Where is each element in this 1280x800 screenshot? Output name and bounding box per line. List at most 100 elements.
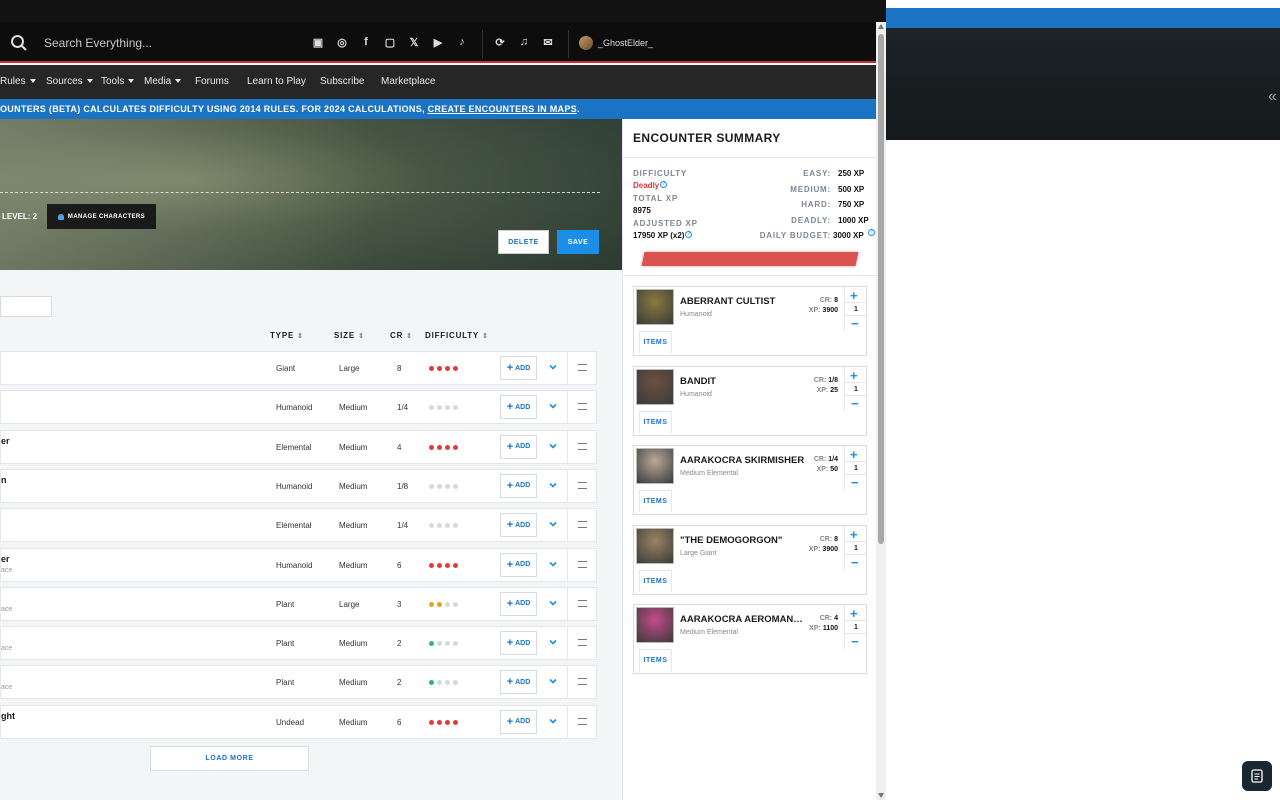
monster-name[interactable]: ABERRANT CULTIST bbox=[680, 296, 805, 307]
decrease-button[interactable]: − bbox=[851, 475, 859, 490]
table-row[interactable]: Elemental Medium 1/4 + ADD bbox=[0, 508, 597, 543]
chevron-down-icon[interactable] bbox=[548, 480, 558, 490]
bell-icon[interactable]: ♫ bbox=[517, 35, 531, 49]
nav-rules[interactable]: Rules bbox=[0, 76, 36, 87]
items-button[interactable]: ITEMS bbox=[639, 410, 672, 433]
add-monster-button[interactable]: + ADD bbox=[500, 552, 537, 577]
monster-portrait[interactable] bbox=[636, 448, 674, 484]
help-icon[interactable]: ? bbox=[660, 181, 668, 188]
drag-handle-icon[interactable] bbox=[578, 560, 587, 568]
username[interactable]: _GhostElder_ bbox=[598, 38, 653, 48]
chat-icon[interactable]: ✉ bbox=[541, 35, 555, 49]
create-encounters-link[interactable]: CREATE ENCOUNTERS IN MAPS bbox=[428, 104, 577, 114]
nav-learn-to-play[interactable]: Learn to Play bbox=[247, 76, 306, 87]
chevron-down-icon[interactable] bbox=[548, 716, 558, 726]
add-monster-button[interactable]: + ADD bbox=[500, 434, 537, 459]
nav-marketplace[interactable]: Marketplace bbox=[381, 76, 435, 87]
drag-handle-icon[interactable] bbox=[578, 403, 587, 411]
avatar[interactable] bbox=[579, 36, 593, 50]
search-input[interactable]: Search Everything... bbox=[44, 36, 152, 50]
drag-handle-icon[interactable] bbox=[578, 678, 587, 686]
monster-name[interactable]: BANDIT bbox=[680, 376, 805, 387]
scroll-up-icon[interactable] bbox=[878, 24, 884, 29]
monster-name[interactable]: er bbox=[1, 554, 10, 564]
drag-handle-icon[interactable] bbox=[578, 639, 587, 647]
drag-handle-icon[interactable] bbox=[578, 521, 587, 529]
add-monster-button[interactable]: + ADD bbox=[500, 473, 537, 498]
quantity-value[interactable]: 1 bbox=[845, 381, 867, 396]
increase-button[interactable]: + bbox=[850, 527, 858, 542]
chevron-down-icon[interactable] bbox=[548, 637, 558, 647]
cr-column-header[interactable]: CR ⇕ bbox=[390, 331, 413, 340]
decrease-button[interactable]: − bbox=[851, 634, 859, 649]
page-scrollbar[interactable] bbox=[876, 22, 886, 800]
discord-icon[interactable]: ▣ bbox=[311, 35, 325, 49]
manage-characters-button[interactable]: MANAGE CHARACTERS bbox=[47, 204, 156, 229]
add-monster-button[interactable]: + ADD bbox=[500, 591, 537, 616]
increase-button[interactable]: + bbox=[850, 368, 858, 383]
notes-button[interactable] bbox=[1242, 761, 1272, 791]
difficulty-column-header[interactable]: DIFFICULTY ⇕ bbox=[425, 331, 489, 340]
twitch-icon[interactable]: ▢ bbox=[383, 35, 397, 49]
chevron-down-icon[interactable] bbox=[548, 559, 558, 569]
chevron-down-icon[interactable] bbox=[548, 401, 558, 411]
add-monster-button[interactable]: + ADD bbox=[500, 709, 537, 734]
help-icon[interactable]: ? bbox=[685, 231, 693, 238]
chevron-down-icon[interactable] bbox=[548, 519, 558, 529]
items-button[interactable]: ITEMS bbox=[639, 490, 672, 512]
monster-portrait[interactable] bbox=[636, 527, 674, 564]
size-column-header[interactable]: SIZE ⇕ bbox=[334, 331, 365, 340]
drag-handle-icon[interactable] bbox=[578, 442, 587, 450]
drag-handle-icon[interactable] bbox=[578, 481, 587, 489]
monster-search-input[interactable] bbox=[0, 296, 52, 317]
items-button[interactable]: ITEMS bbox=[639, 569, 672, 592]
scrollbar-thumb[interactable] bbox=[878, 34, 884, 544]
decrease-button[interactable]: − bbox=[851, 555, 859, 570]
items-button[interactable]: ITEMS bbox=[639, 649, 672, 671]
monster-name[interactable]: n bbox=[1, 475, 7, 485]
facebook-icon[interactable]: f bbox=[359, 35, 373, 49]
table-row[interactable]: Humanoid Medium 1/4 + ADD bbox=[0, 390, 597, 425]
increase-button[interactable]: + bbox=[850, 288, 858, 303]
dice-icon[interactable]: ⟳ bbox=[493, 35, 507, 49]
increase-button[interactable]: + bbox=[850, 606, 858, 621]
table-row[interactable]: ace Plant Medium 2 + ADD bbox=[0, 665, 597, 700]
decrease-button[interactable]: − bbox=[851, 396, 859, 411]
chevron-down-icon[interactable] bbox=[548, 598, 558, 608]
table-row[interactable]: er ace Humanoid Medium 6 + ADD bbox=[0, 547, 597, 582]
type-column-header[interactable]: TYPE ⇕ bbox=[270, 331, 304, 340]
increase-button[interactable]: + bbox=[850, 447, 858, 462]
nav-subscribe[interactable]: Subscribe bbox=[320, 76, 364, 87]
youtube-icon[interactable]: ▶ bbox=[431, 35, 445, 49]
add-monster-button[interactable]: + ADD bbox=[500, 631, 537, 656]
save-button[interactable]: SAVE bbox=[557, 230, 599, 254]
table-row[interactable]: ght Undead Medium 6 + ADD bbox=[0, 704, 597, 739]
decrease-button[interactable]: − bbox=[851, 316, 859, 331]
drag-handle-icon[interactable] bbox=[578, 717, 587, 725]
monster-portrait[interactable] bbox=[636, 368, 674, 405]
tiktok-icon[interactable]: ♪ bbox=[455, 35, 469, 49]
add-monster-button[interactable]: + ADD bbox=[500, 670, 537, 695]
table-row[interactable]: Giant Large 8 + ADD bbox=[0, 351, 597, 385]
scroll-down-icon[interactable] bbox=[878, 793, 884, 798]
table-row[interactable]: ace Plant Large 3 + ADD bbox=[0, 586, 597, 621]
search-icon[interactable] bbox=[10, 34, 28, 52]
load-more-button[interactable]: LOAD MORE bbox=[150, 746, 309, 771]
nav-media[interactable]: Media bbox=[144, 76, 182, 87]
drag-handle-icon[interactable] bbox=[578, 364, 587, 371]
nav-forums[interactable]: Forums bbox=[195, 76, 229, 87]
instagram-icon[interactable]: ◎ bbox=[335, 35, 349, 49]
monster-name[interactable]: ght bbox=[1, 711, 15, 721]
monster-portrait[interactable] bbox=[636, 289, 674, 325]
help-icon[interactable]: ? bbox=[868, 229, 875, 236]
quantity-value[interactable]: 1 bbox=[845, 620, 867, 634]
chevron-down-icon[interactable] bbox=[548, 362, 558, 372]
monster-name[interactable]: "THE DEMOGORGON" bbox=[680, 535, 805, 546]
delete-button[interactable]: DELETE bbox=[498, 230, 549, 254]
nav-tools[interactable]: Tools bbox=[101, 76, 135, 87]
chevron-down-icon[interactable] bbox=[548, 441, 558, 451]
nav-sources[interactable]: Sources bbox=[46, 76, 93, 87]
monster-portrait[interactable] bbox=[636, 607, 674, 643]
quantity-value[interactable]: 1 bbox=[845, 540, 867, 555]
table-row[interactable]: n Humanoid Medium 1/8 + ADD bbox=[0, 468, 597, 503]
